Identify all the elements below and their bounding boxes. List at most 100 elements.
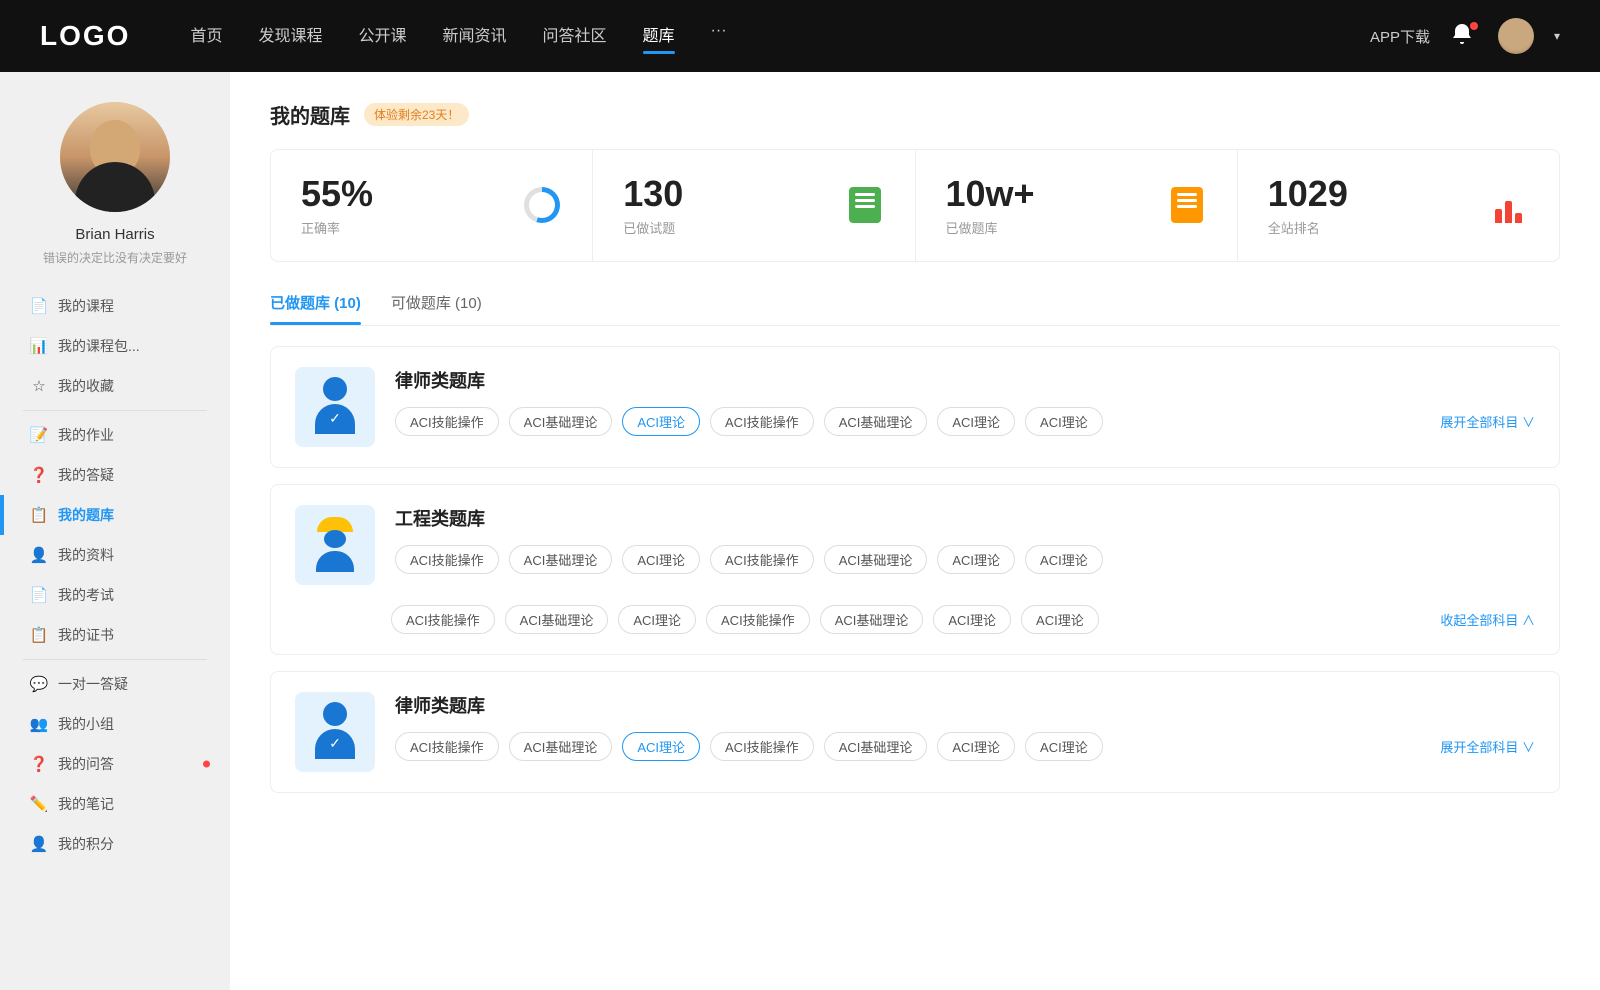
nav-quiz[interactable]: 题库 <box>643 22 675 50</box>
app-download-link[interactable]: APP下载 <box>1370 26 1430 47</box>
sidebar-item-certificate[interactable]: 📋 我的证书 <box>0 615 230 655</box>
l2-tag-4[interactable]: ACI技能操作 <box>710 732 814 761</box>
tag-3-selected[interactable]: ACI理论 <box>622 407 700 436</box>
stat-done-banks-label: 已做题库 <box>946 218 1151 237</box>
nav-discover[interactable]: 发现课程 <box>258 22 322 50</box>
avatar-inner <box>60 102 170 212</box>
tab-available-banks[interactable]: 可做题库 (10) <box>391 292 482 325</box>
lawyer-figure-2: ✓ <box>310 702 360 762</box>
sidebar-item-notes[interactable]: ✏️ 我的笔记 <box>0 784 230 824</box>
eng-tag-7[interactable]: ACI理论 <box>1025 545 1103 574</box>
sidebar-item-groups[interactable]: 👥 我的小组 <box>0 704 230 744</box>
eng-tag-14[interactable]: ACI理论 <box>1021 605 1099 634</box>
expand-link-lawyer2[interactable]: 展开全部科目 ∨ <box>1440 737 1535 756</box>
tag-7[interactable]: ACI理论 <box>1025 407 1103 436</box>
sidebar-item-homework[interactable]: 📝 我的作业 <box>0 415 230 455</box>
account-chevron-icon[interactable]: ▾ <box>1554 29 1560 43</box>
stat-done-banks-value: 10w+ <box>946 174 1151 214</box>
stat-done-questions-group: 130 已做试题 <box>623 174 828 237</box>
sidebar-item-course-packages[interactable]: 📊 我的课程包... <box>0 326 230 366</box>
rank-chart-icon <box>1493 187 1525 223</box>
notification-bell[interactable] <box>1450 22 1478 50</box>
sidebar-item-label: 我的答疑 <box>58 465 114 485</box>
eng-tag-5[interactable]: ACI基础理论 <box>824 545 928 574</box>
sidebar-divider-2 <box>23 659 207 660</box>
l2-tag-6[interactable]: ACI理论 <box>937 732 1015 761</box>
lawyer-head-2 <box>323 702 347 726</box>
l2-tag-5[interactable]: ACI基础理论 <box>824 732 928 761</box>
stat-accuracy: 55% 正确率 <box>271 150 593 261</box>
sidebar-item-tutoring[interactable]: 💬 一对一答疑 <box>0 664 230 704</box>
sidebar-item-points[interactable]: 👤 我的积分 <box>0 824 230 864</box>
quiz-tags-lawyer1: ACI技能操作 ACI基础理论 ACI理论 ACI技能操作 ACI基础理论 AC… <box>395 407 1535 436</box>
nav-more[interactable]: ··· <box>711 22 727 50</box>
sidebar: Brian Harris 错误的决定比没有决定要好 📄 我的课程 📊 我的课程包… <box>0 72 230 990</box>
eng-tag-4[interactable]: ACI技能操作 <box>710 545 814 574</box>
sidebar-item-label: 我的考试 <box>58 585 114 605</box>
page-title: 我的题库 <box>270 100 350 129</box>
eng-tag-9[interactable]: ACI基础理论 <box>505 605 609 634</box>
eng-tag-10[interactable]: ACI理论 <box>618 605 696 634</box>
eng-tag-6[interactable]: ACI理论 <box>937 545 1015 574</box>
l2-tag-1[interactable]: ACI技能操作 <box>395 732 499 761</box>
content-area: 我的题库 体验剩余23天！ 55% 正确率 130 已做试题 <box>230 72 1600 990</box>
eng-tag-12[interactable]: ACI基础理论 <box>820 605 924 634</box>
sidebar-item-qa[interactable]: ❓ 我的答疑 <box>0 455 230 495</box>
tag-5[interactable]: ACI基础理论 <box>824 407 928 436</box>
tag-1[interactable]: ACI技能操作 <box>395 407 499 436</box>
my-qa-icon: ❓ <box>30 755 48 773</box>
sidebar-divider-1 <box>23 410 207 411</box>
stat-done-banks-group: 10w+ 已做题库 <box>946 174 1151 237</box>
pie-inner <box>529 192 555 218</box>
trial-badge: 体验剩余23天！ <box>364 103 469 126</box>
lawyer-head-1 <box>323 377 347 401</box>
eng-tag-3[interactable]: ACI理论 <box>622 545 700 574</box>
logo[interactable]: LOGO <box>40 20 130 52</box>
quiz-card-header-lawyer2: ✓ 律师类题库 ACI技能操作 ACI基础理论 ACI理论 ACI技能操作 AC… <box>271 672 1559 792</box>
tag-6[interactable]: ACI理论 <box>937 407 1015 436</box>
l2-tag-3-selected[interactable]: ACI理论 <box>622 732 700 761</box>
tag-4[interactable]: ACI技能操作 <box>710 407 814 436</box>
course-packages-icon: 📊 <box>30 337 48 355</box>
stat-done-questions: 130 已做试题 <box>593 150 915 261</box>
eng-tag-8[interactable]: ACI技能操作 <box>391 605 495 634</box>
eng-tag-2[interactable]: ACI基础理论 <box>509 545 613 574</box>
eng-tag-1[interactable]: ACI技能操作 <box>395 545 499 574</box>
sidebar-item-label: 我的资料 <box>58 545 114 565</box>
sidebar-item-quiz-bank[interactable]: 📋 我的题库 <box>0 495 230 535</box>
eng-tag-11[interactable]: ACI技能操作 <box>706 605 810 634</box>
nav-news[interactable]: 新闻资讯 <box>443 22 507 50</box>
eng-tag-13[interactable]: ACI理论 <box>933 605 1011 634</box>
sidebar-item-exam[interactable]: 📄 我的考试 <box>0 575 230 615</box>
list-icon <box>1171 187 1203 223</box>
points-icon: 👤 <box>30 835 48 853</box>
qa-notification-dot <box>203 761 210 768</box>
tag-2[interactable]: ACI基础理论 <box>509 407 613 436</box>
tabs-row: 已做题库 (10) 可做题库 (10) <box>270 292 1560 326</box>
sidebar-item-my-qa[interactable]: ❓ 我的问答 <box>0 744 230 784</box>
accuracy-pie-icon <box>524 187 560 223</box>
stat-accuracy-icon-wrap <box>522 185 562 225</box>
tutoring-icon: 💬 <box>30 675 48 693</box>
expand-link-lawyer1[interactable]: 展开全部科目 ∨ <box>1440 412 1535 431</box>
quiz-card-lawyer2: ✓ 律师类题库 ACI技能操作 ACI基础理论 ACI理论 ACI技能操作 AC… <box>270 671 1560 793</box>
engineer-icon-wrap-1 <box>295 505 375 585</box>
sidebar-item-favorites[interactable]: ☆ 我的收藏 <box>0 366 230 406</box>
nav-opencourse[interactable]: 公开课 <box>358 22 406 50</box>
l2-tag-7[interactable]: ACI理论 <box>1025 732 1103 761</box>
stat-done-questions-label: 已做试题 <box>623 218 828 237</box>
tab-done-banks[interactable]: 已做题库 (10) <box>270 292 361 325</box>
l2-tag-2[interactable]: ACI基础理论 <box>509 732 613 761</box>
notification-dot <box>1470 22 1478 30</box>
quiz-name-lawyer2: 律师类题库 <box>395 692 1535 718</box>
collapse-link-engineer1[interactable]: 收起全部科目 ∧ <box>1440 610 1535 629</box>
sidebar-item-profile[interactable]: 👤 我的资料 <box>0 535 230 575</box>
quiz-name-engineer1: 工程类题库 <box>395 505 1535 531</box>
nav-qa[interactable]: 问答社区 <box>543 22 607 50</box>
sidebar-item-label: 我的笔记 <box>58 794 114 814</box>
stat-accuracy-value: 55% <box>301 174 506 214</box>
sidebar-item-my-courses[interactable]: 📄 我的课程 <box>0 286 230 326</box>
sidebar-item-label: 我的证书 <box>58 625 114 645</box>
avatar[interactable] <box>1498 18 1534 54</box>
nav-home[interactable]: 首页 <box>190 22 222 50</box>
